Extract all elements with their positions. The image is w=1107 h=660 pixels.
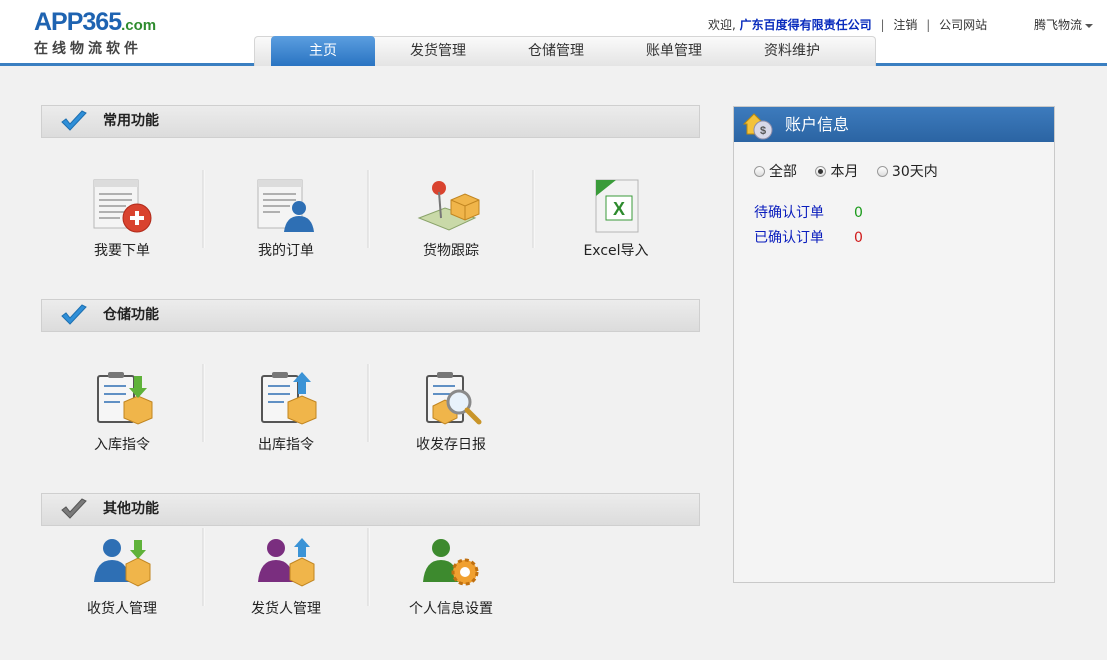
chevron-down-icon (1085, 23, 1094, 28)
stat-confirmed-orders[interactable]: 已确认订单 0 (754, 227, 863, 247)
tile-cargo-tracking[interactable]: 货物跟踪 (370, 168, 532, 268)
welcome-text: 欢迎, (708, 18, 736, 32)
inbound-order-icon (97, 372, 153, 425)
radio-button-selected[interactable] (815, 166, 827, 177)
tile-label: 个人信息设置 (409, 601, 493, 617)
tab-shipping[interactable]: 发货管理 (383, 37, 493, 66)
tab-home[interactable]: 主页 (271, 36, 375, 66)
section-other-header: 其他功能 (41, 493, 700, 526)
section-title: 其他功能 (103, 501, 159, 517)
period-filter: 全部 本月 30天内 (754, 161, 952, 181)
new-order-icon (93, 179, 152, 233)
tile-label: 我要下单 (94, 243, 150, 259)
stat-pending-orders[interactable]: 待确认订单 0 (754, 202, 863, 222)
tile-new-order[interactable]: 我要下单 (41, 168, 203, 268)
company-link[interactable]: 广东百度得有限责任公司 (740, 18, 872, 32)
tile-label: Excel导入 (583, 243, 649, 259)
tile-outbound-order[interactable]: 出库指令 (205, 362, 367, 462)
checkmark-icon (61, 498, 87, 519)
outbound-order-icon (261, 372, 317, 425)
my-orders-icon (257, 179, 314, 232)
filter-30-days[interactable]: 30天内 (876, 161, 938, 181)
tile-personal-settings[interactable]: 个人信息设置 (370, 526, 532, 626)
personal-settings-icon (423, 539, 479, 586)
filter-all[interactable]: 全部 (754, 161, 797, 181)
excel-import-icon: X (595, 179, 639, 233)
account-panel-title: 账户信息 (785, 115, 850, 134)
svg-text:X: X (613, 199, 625, 219)
separator: | (880, 18, 885, 32)
tile-label: 收货人管理 (87, 601, 157, 617)
company-site-link[interactable]: 公司网站 (939, 18, 987, 32)
tile-label: 出库指令 (258, 437, 314, 453)
logout-link[interactable]: 注销 (893, 18, 917, 32)
tile-excel-import[interactable]: X Excel导入 (535, 168, 697, 268)
checkmark-icon (61, 304, 87, 325)
separator: | (926, 18, 931, 32)
tile-consignor-management[interactable]: 发货人管理 (205, 526, 367, 626)
daily-report-icon (426, 372, 482, 425)
account-panel: $ 账户信息 全部 本月 30天内 待确认订单 0 已确认订单 0 (733, 106, 1055, 583)
tile-daily-report[interactable]: 收发存日报 (370, 362, 532, 462)
tab-billing[interactable]: 账单管理 (619, 37, 729, 66)
stat-label[interactable]: 待确认订单 (754, 202, 854, 222)
account-panel-header: $ 账户信息 (734, 107, 1054, 142)
radio-button[interactable] (876, 166, 888, 177)
section-title: 仓储功能 (103, 307, 159, 323)
section-common-header: 常用功能 (41, 105, 700, 138)
logo-subtitle: 在线物流软件 (34, 41, 142, 57)
tab-warehouse[interactable]: 仓储管理 (501, 37, 611, 66)
tile-label: 发货人管理 (251, 601, 321, 617)
cargo-tracking-icon (417, 181, 480, 231)
user-name: 腾飞物流 (1034, 18, 1083, 32)
money-home-icon: $ (742, 113, 773, 140)
logo-wordmark: APP365.com (34, 8, 157, 36)
user-menu[interactable]: 腾飞物流 (1034, 16, 1094, 33)
tile-my-orders[interactable]: 我的订单 (205, 168, 367, 268)
radio-button[interactable] (754, 166, 765, 177)
tile-inbound-order[interactable]: 入库指令 (41, 362, 203, 462)
tile-label: 我的订单 (258, 243, 314, 259)
stat-value: 0 (854, 230, 863, 246)
stat-label[interactable]: 已确认订单 (754, 227, 854, 247)
header: APP365.com 在线物流软件 欢迎, 广东百度得有限责任公司 | 注销 |… (0, 0, 1107, 66)
consignor-icon (258, 538, 315, 587)
section-title: 常用功能 (103, 113, 159, 129)
checkmark-icon (61, 110, 87, 131)
svg-text:$: $ (760, 125, 766, 137)
filter-this-month[interactable]: 本月 (815, 161, 858, 181)
main-nav: 主页 发货管理 仓储管理 账单管理 资料维护 (254, 36, 876, 66)
consignee-icon (94, 539, 151, 587)
tile-label: 货物跟踪 (423, 243, 479, 259)
tile-label: 收发存日报 (416, 437, 486, 453)
tile-consignee-management[interactable]: 收货人管理 (41, 526, 203, 626)
stat-value: 0 (854, 205, 863, 221)
tile-label: 入库指令 (94, 437, 150, 453)
logo[interactable]: APP365.com 在线物流软件 (34, 8, 164, 58)
section-warehouse-header: 仓储功能 (41, 299, 700, 332)
top-links: 欢迎, 广东百度得有限责任公司 | 注销 | 公司网站 (708, 16, 987, 33)
tab-data-maintenance[interactable]: 资料维护 (737, 37, 847, 66)
